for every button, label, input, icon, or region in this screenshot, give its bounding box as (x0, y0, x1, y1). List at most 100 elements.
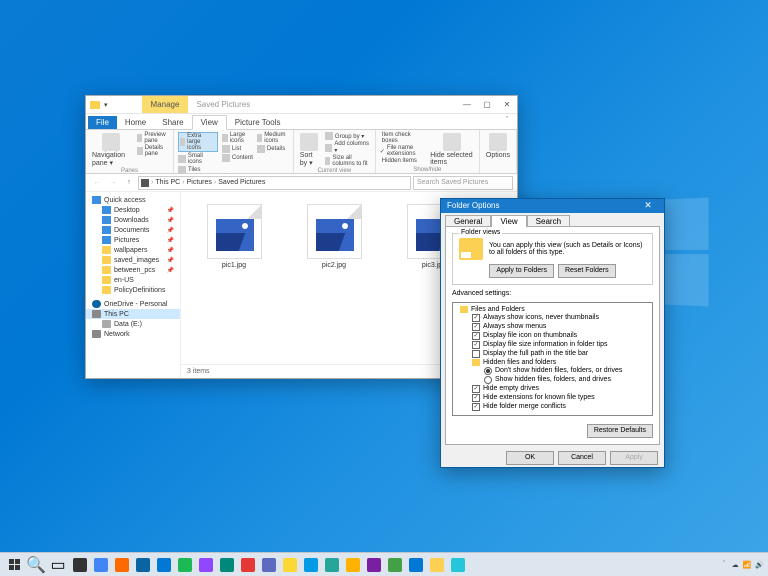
sidebar-quick-access[interactable]: Quick access (86, 195, 180, 205)
tab-file[interactable]: File (88, 116, 117, 129)
taskbar-app[interactable] (70, 555, 90, 575)
taskbar-app[interactable] (448, 555, 468, 575)
minimize-button[interactable]: — (457, 96, 477, 114)
taskbar-app[interactable] (133, 555, 153, 575)
sidebar-item-saved-images[interactable]: saved_images📌 (86, 255, 180, 265)
dialog-tab-view[interactable]: View (491, 215, 526, 227)
layout-content[interactable]: Content (222, 154, 253, 162)
dialog-titlebar[interactable]: Folder Options ✕ (441, 199, 664, 213)
back-button[interactable]: ← (90, 176, 104, 190)
layout-tiles[interactable]: Tiles (178, 166, 218, 174)
cancel-button[interactable]: Cancel (558, 451, 606, 465)
ribbon-collapse-chevron[interactable]: ＾ (497, 114, 517, 129)
preview-pane-button[interactable]: Preview pane (137, 132, 169, 144)
taskbar-app[interactable] (175, 555, 195, 575)
tab-view[interactable]: View (192, 115, 227, 130)
sidebar-item-wallpapers[interactable]: wallpapers📌 (86, 245, 180, 255)
reset-folders-button[interactable]: Reset Folders (558, 264, 616, 278)
dialog-close-button[interactable]: ✕ (638, 200, 658, 211)
tree-item[interactable]: ✓Always show icons, never thumbnails (456, 314, 649, 323)
close-button[interactable]: ✕ (497, 96, 517, 114)
sidebar-item-en-us[interactable]: en-US (86, 275, 180, 285)
file-ext-toggle[interactable]: ✓File name extensions (380, 145, 424, 157)
search-button[interactable]: 🔍 (26, 555, 46, 575)
taskbar-app[interactable] (112, 555, 132, 575)
taskbar[interactable]: 🔍 ▭ ＾ ☁ 📶 🔊 (0, 552, 768, 576)
tree-item[interactable]: ✓Hide extensions for known file types (456, 394, 649, 403)
up-button[interactable]: ↑ (122, 176, 136, 190)
tree-item[interactable]: ✓Hide empty drives (456, 385, 649, 394)
tree-root[interactable]: Files and Folders (456, 306, 649, 314)
context-tab-manage[interactable]: Manage (142, 96, 189, 113)
search-input[interactable]: Search Saved Pictures (413, 176, 513, 190)
tray-wifi-icon[interactable]: 📶 (743, 561, 752, 569)
taskbar-app[interactable] (364, 555, 384, 575)
layout-medium[interactable]: Medium icons (257, 132, 289, 144)
qat-dropdown[interactable]: ▾ (104, 101, 108, 109)
titlebar[interactable]: ▾ Manage Saved Pictures — ▢ ✕ (86, 96, 517, 114)
forward-button[interactable]: → (106, 176, 120, 190)
tree-item-folder[interactable]: Hidden files and folders (456, 359, 649, 367)
breadcrumb[interactable]: This PC Pictures Saved Pictures (138, 176, 411, 190)
layout-extra-large[interactable]: Extra large icons (178, 132, 218, 152)
advanced-settings-tree[interactable]: Files and Folders ✓Always show icons, ne… (452, 302, 653, 416)
maximize-button[interactable]: ▢ (477, 96, 497, 114)
sidebar-item-between-pcs[interactable]: between_pcs📌 (86, 265, 180, 275)
sidebar-item-pictures[interactable]: Pictures📌 (86, 235, 180, 245)
tree-item[interactable]: ✓Always show menus (456, 323, 649, 332)
tab-share[interactable]: Share (154, 116, 191, 129)
sidebar-this-pc[interactable]: This PC (86, 309, 180, 319)
size-columns-button[interactable]: Size all columns to fit (325, 155, 371, 167)
restore-defaults-button[interactable]: Restore Defaults (587, 424, 653, 438)
sidebar-item-policy[interactable]: PolicyDefinitions (86, 285, 180, 295)
taskbar-app[interactable] (154, 555, 174, 575)
task-view-button[interactable]: ▭ (48, 555, 68, 575)
apply-to-folders-button[interactable]: Apply to Folders (489, 264, 554, 278)
tab-home[interactable]: Home (117, 116, 154, 129)
options-button[interactable]: Options (484, 132, 512, 171)
layout-small[interactable]: Small icons (178, 153, 218, 165)
breadcrumb-segment[interactable]: Saved Pictures (218, 179, 265, 186)
navigation-pane-button[interactable]: Navigation pane ▾ (90, 132, 133, 168)
sort-by-button[interactable]: Sort by ▾ (298, 132, 321, 168)
tree-item-radio[interactable]: Don't show hidden files, folders, or dri… (456, 367, 649, 376)
layout-large[interactable]: Large icons (222, 132, 253, 144)
tab-picture-tools[interactable]: Picture Tools (227, 116, 289, 129)
tree-item[interactable]: ✓Display file icon on thumbnails (456, 332, 649, 341)
hide-selected-button[interactable]: Hide selected items (428, 132, 475, 167)
apply-button[interactable]: Apply (610, 451, 658, 465)
layout-list[interactable]: List (222, 145, 253, 153)
taskbar-app[interactable] (322, 555, 342, 575)
tree-item-radio[interactable]: Show hidden files, folders, and drives (456, 376, 649, 385)
file-item[interactable]: pic2.jpg (299, 204, 369, 269)
taskbar-app[interactable] (343, 555, 363, 575)
tray-volume-icon[interactable]: 🔊 (755, 561, 764, 569)
tree-item[interactable]: Display the full path in the title bar (456, 350, 649, 359)
taskbar-app[interactable] (406, 555, 426, 575)
taskbar-app[interactable] (196, 555, 216, 575)
tray-cloud-icon[interactable]: ☁ (732, 561, 739, 569)
item-checkboxes-toggle[interactable]: Item check boxes (380, 132, 424, 144)
hidden-items-toggle[interactable]: Hidden items (380, 158, 424, 164)
sidebar-item-desktop[interactable]: Desktop📌 (86, 205, 180, 215)
sidebar-item-documents[interactable]: Documents📌 (86, 225, 180, 235)
start-button[interactable] (4, 555, 24, 575)
sidebar-network[interactable]: Network (86, 329, 180, 339)
add-columns-button[interactable]: Add columns ▾ (325, 141, 371, 154)
sidebar-data-e[interactable]: Data (E:) (86, 319, 180, 329)
taskbar-app[interactable] (259, 555, 279, 575)
tree-item[interactable]: ✓Hide folder merge conflicts (456, 403, 649, 412)
system-tray[interactable]: ＾ ☁ 📶 🔊 (721, 560, 764, 570)
sidebar-item-downloads[interactable]: Downloads📌 (86, 215, 180, 225)
sidebar-onedrive[interactable]: OneDrive - Personal (86, 299, 180, 309)
file-item[interactable]: pic1.jpg (199, 204, 269, 269)
taskbar-app[interactable] (217, 555, 237, 575)
details-pane-button[interactable]: Details pane (137, 145, 169, 157)
taskbar-app[interactable] (238, 555, 258, 575)
taskbar-app[interactable] (280, 555, 300, 575)
breadcrumb-segment[interactable]: This PC (155, 179, 180, 186)
breadcrumb-segment[interactable]: Pictures (187, 179, 212, 186)
group-by-button[interactable]: Group by ▾ (325, 132, 371, 140)
taskbar-app[interactable] (301, 555, 321, 575)
taskbar-app[interactable] (385, 555, 405, 575)
